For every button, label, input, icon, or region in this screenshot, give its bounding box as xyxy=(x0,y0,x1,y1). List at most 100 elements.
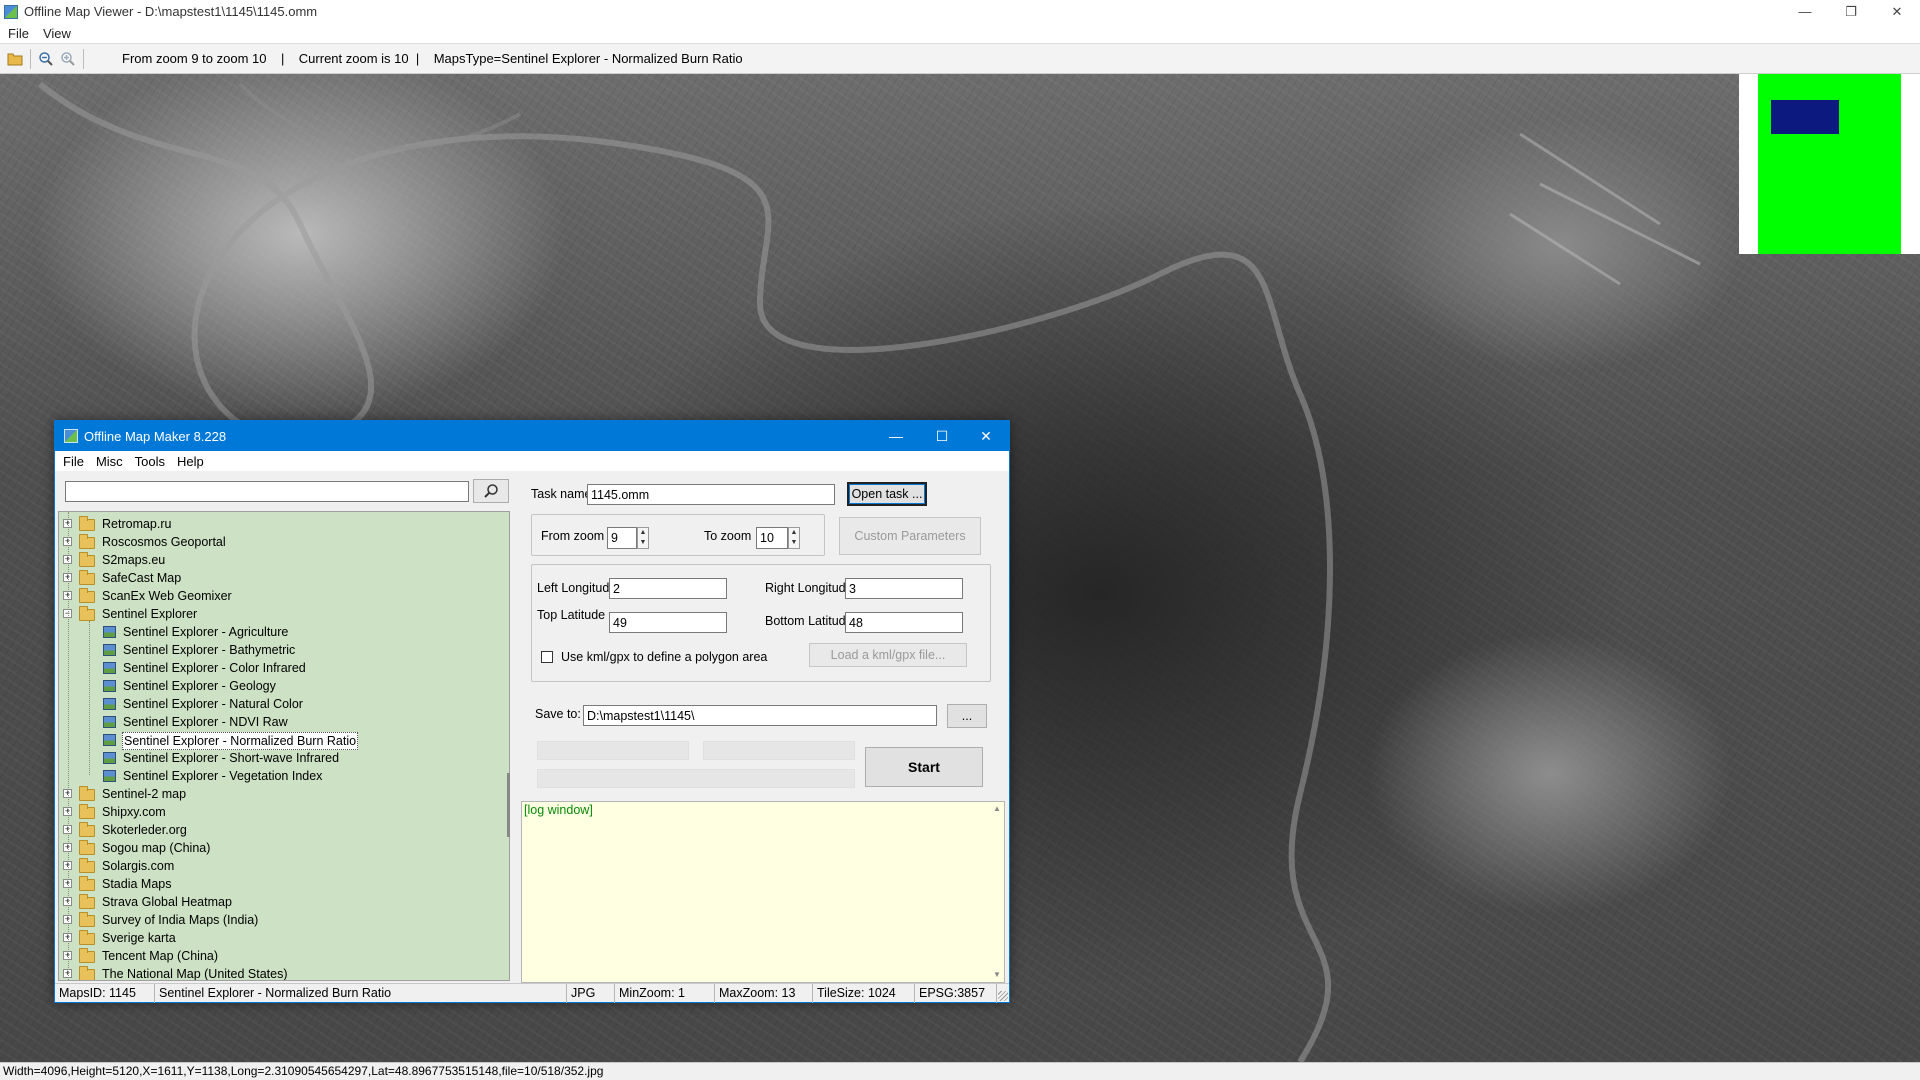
tree-folder-item[interactable]: + Roscosmos Geoportal xyxy=(59,533,499,551)
tree-folder-item[interactable]: + Retromap.ru xyxy=(59,515,499,533)
tree-item-label: Survey of India Maps (India) xyxy=(102,913,259,927)
search-button[interactable] xyxy=(473,479,509,503)
status-tile-size: TileSize: 1024 xyxy=(813,984,915,1003)
menu-view[interactable]: View xyxy=(43,26,71,41)
left-longitude-label: Left Longitude xyxy=(537,581,617,595)
progress-bar-1 xyxy=(537,741,689,760)
to-zoom-input[interactable] xyxy=(756,527,788,549)
spin-down-icon[interactable]: ▼ xyxy=(789,538,799,548)
tree-folder-item[interactable]: + ScanEx Web Geomixer xyxy=(59,587,499,605)
tree-map-item[interactable]: Sentinel Explorer - NDVI Raw xyxy=(59,713,499,731)
tree-folder-item[interactable]: + Survey of India Maps (India) xyxy=(59,911,499,929)
bottom-status-bar: Width=4096,Height=5120,X=1611,Y=1138,Lon… xyxy=(0,1062,1920,1080)
minimize-icon[interactable]: — xyxy=(873,421,919,451)
browse-folder-button[interactable]: ... xyxy=(947,704,987,728)
zoom-in-button[interactable] xyxy=(57,48,79,70)
menu-file[interactable]: File xyxy=(8,26,29,41)
tree-map-item[interactable]: Sentinel Explorer - Geology xyxy=(59,677,499,695)
zoom-in-icon xyxy=(61,51,75,66)
overview-viewport-rect[interactable] xyxy=(1771,100,1839,134)
tree-connector-line xyxy=(89,621,90,775)
tree-item-label: Sentinel Explorer xyxy=(102,607,198,621)
tree-scroll-thumb[interactable] xyxy=(507,773,510,837)
tree-map-item[interactable]: Sentinel Explorer - Normalized Burn Rati… xyxy=(59,731,499,750)
map-layer-icon xyxy=(103,662,116,674)
spin-up-icon[interactable]: ▲ xyxy=(789,528,799,538)
tree-map-item[interactable]: Sentinel Explorer - Bathymetric xyxy=(59,641,499,659)
tree-folder-item[interactable]: + Sverige karta xyxy=(59,929,499,947)
tree-folder-item[interactable]: + SafeCast Map xyxy=(59,569,499,587)
load-kml-button[interactable]: Load a kml/gpx file... xyxy=(809,643,967,667)
offline-map-maker-dialog: Offline Map Maker 8.228 — ☐ ✕ File Misc … xyxy=(54,420,1010,1003)
tree-item-label: Sentinel Explorer - Agriculture xyxy=(123,625,289,639)
menu-file[interactable]: File xyxy=(63,454,84,469)
resize-grip-icon[interactable] xyxy=(998,991,1008,1001)
tree-scrollbar[interactable] xyxy=(504,511,514,981)
tree-folder-item[interactable]: + Stadia Maps xyxy=(59,875,499,893)
progress-bar-3 xyxy=(537,769,855,788)
tree-item-label: Strava Global Heatmap xyxy=(102,895,232,909)
start-button[interactable]: Start xyxy=(865,747,983,787)
log-text: [log window] xyxy=(524,803,593,817)
close-icon[interactable]: ✕ xyxy=(1874,0,1920,23)
tree-folder-item[interactable]: + Skoterleder.org xyxy=(59,821,499,839)
tree-map-item[interactable]: Sentinel Explorer - Agriculture xyxy=(59,623,499,641)
status-max-zoom: MaxZoom: 13 xyxy=(715,984,813,1003)
close-icon[interactable]: ✕ xyxy=(963,421,1009,451)
tree-map-item[interactable]: Sentinel Explorer - Vegetation Index xyxy=(59,767,499,785)
folder-icon xyxy=(79,858,95,873)
map-search-input[interactable] xyxy=(65,481,469,502)
use-kml-label[interactable]: Use kml/gpx to define a polygon area xyxy=(561,650,767,664)
to-zoom-spinner[interactable]: ▲ ▼ xyxy=(788,527,800,549)
tree-folder-item[interactable]: + Shipxy.com xyxy=(59,803,499,821)
menu-tools[interactable]: Tools xyxy=(135,454,165,469)
tree-map-item[interactable]: Sentinel Explorer - Short-wave Infrared xyxy=(59,749,499,767)
folder-icon xyxy=(79,822,95,837)
bottom-latitude-input[interactable] xyxy=(845,612,963,633)
minimize-icon[interactable]: — xyxy=(1782,0,1828,23)
bottom-latitude-label: Bottom Latitude xyxy=(765,614,853,628)
right-longitude-label: Right Longitude xyxy=(765,581,853,595)
tree-folder-item[interactable]: + Sogou map (China) xyxy=(59,839,499,857)
tree-folder-item[interactable]: + Tencent Map (China) xyxy=(59,947,499,965)
custom-parameters-button[interactable]: Custom Parameters xyxy=(839,517,981,555)
from-zoom-spinner[interactable]: ▲ ▼ xyxy=(637,527,649,549)
top-latitude-input[interactable] xyxy=(609,612,727,633)
spin-up-icon[interactable]: ▲ xyxy=(638,528,648,538)
map-source-tree[interactable]: + Retromap.ru + Roscosmos Geoportal + S2maps.… xyxy=(58,511,510,981)
scroll-down-icon[interactable]: ▼ xyxy=(993,970,1001,979)
tree-item-label: Tencent Map (China) xyxy=(102,949,219,963)
from-zoom-input[interactable] xyxy=(607,527,637,549)
spin-down-icon[interactable]: ▼ xyxy=(638,538,648,548)
left-longitude-input[interactable] xyxy=(609,578,727,599)
task-name-input[interactable] xyxy=(587,484,835,505)
toolbar-separator xyxy=(83,48,84,69)
menu-misc[interactable]: Misc xyxy=(96,454,123,469)
scroll-up-icon[interactable]: ▲ xyxy=(993,804,1001,813)
zoom-out-button[interactable] xyxy=(35,48,57,70)
maximize-icon[interactable]: ☐ xyxy=(919,421,965,451)
tree-folder-item[interactable]: − Sentinel Explorer xyxy=(59,605,499,623)
tree-folder-item[interactable]: + S2maps.eu xyxy=(59,551,499,569)
zoom-range-status: From zoom 9 to zoom 10 | Current zoom is… xyxy=(122,51,743,66)
tree-folder-item[interactable]: + Strava Global Heatmap xyxy=(59,893,499,911)
main-menubar: File View xyxy=(0,23,1920,43)
save-to-input[interactable] xyxy=(583,705,937,726)
tree-item-label: Sentinel Explorer - Color Infrared xyxy=(123,661,306,675)
use-kml-checkbox[interactable] xyxy=(541,651,553,663)
tree-map-item[interactable]: Sentinel Explorer - Natural Color xyxy=(59,695,499,713)
open-task-button[interactable]: Open task ... xyxy=(847,482,927,506)
log-window[interactable]: [log window] ▲ ▼ xyxy=(521,801,1005,983)
menu-help[interactable]: Help xyxy=(177,454,204,469)
tree-folder-item[interactable]: + Solargis.com xyxy=(59,857,499,875)
restore-icon[interactable]: ❐ xyxy=(1828,0,1874,23)
tree-folder-item[interactable]: + The National Map (United States) xyxy=(59,965,499,980)
open-folder-button[interactable] xyxy=(4,48,26,70)
tree-map-item[interactable]: Sentinel Explorer - Color Infrared xyxy=(59,659,499,677)
overview-minimap[interactable] xyxy=(1739,74,1920,254)
log-scrollbar[interactable]: ▲ ▼ xyxy=(990,802,1004,982)
tree-item-label: Sentinel Explorer - Short-wave Infrared xyxy=(123,751,340,765)
tree-item-label: Stadia Maps xyxy=(102,877,172,891)
tree-folder-item[interactable]: + Sentinel-2 map xyxy=(59,785,499,803)
right-longitude-input[interactable] xyxy=(845,578,963,599)
